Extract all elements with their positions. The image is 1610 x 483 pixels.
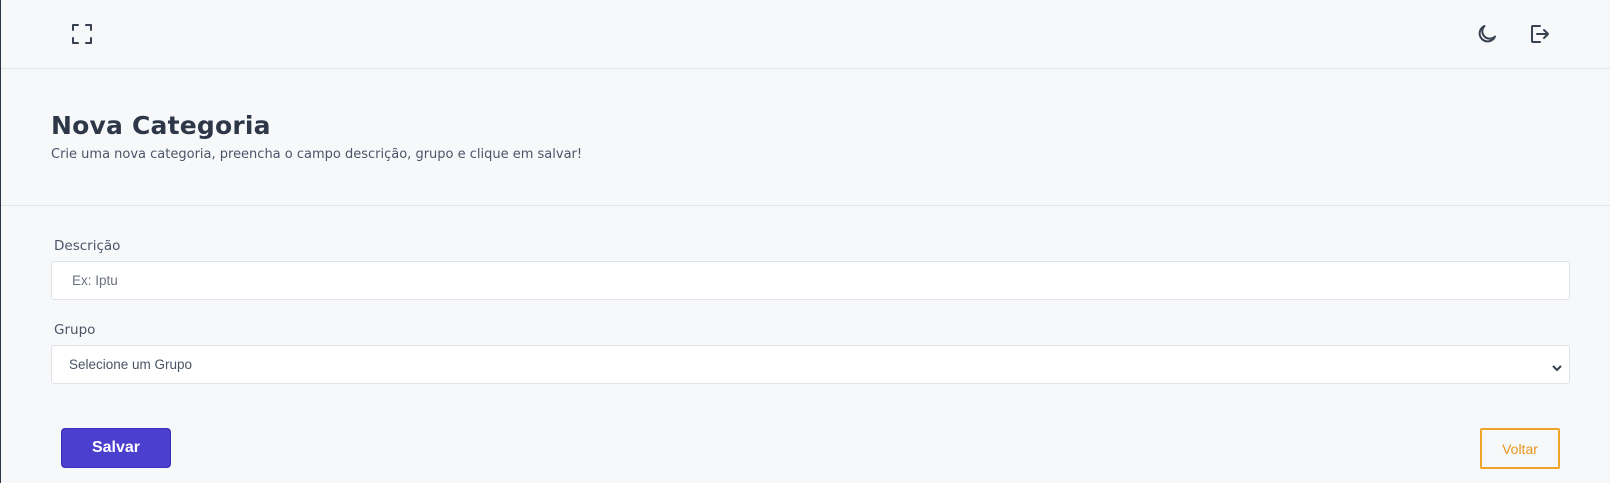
fullscreen-icon xyxy=(72,24,92,44)
top-bar xyxy=(1,0,1610,69)
page-subtitle: Crie uma nova categoria, preencha o camp… xyxy=(51,147,583,162)
description-label: Descrição xyxy=(54,238,121,254)
fullscreen-button[interactable] xyxy=(68,20,96,48)
page-title: Nova Categoria xyxy=(51,111,271,140)
back-button[interactable]: Voltar xyxy=(1480,428,1560,469)
theme-toggle-button[interactable] xyxy=(1473,20,1501,48)
save-button[interactable]: Salvar xyxy=(61,428,171,468)
page-header: Nova Categoria Crie uma nova categoria, … xyxy=(1,69,1610,206)
group-select-value: Selecione um Grupo xyxy=(69,357,193,372)
logout-button[interactable] xyxy=(1525,20,1553,48)
chevron-down-icon xyxy=(1551,359,1563,372)
description-input[interactable] xyxy=(51,261,1570,300)
logout-icon xyxy=(1531,25,1549,43)
group-label: Grupo xyxy=(54,322,96,338)
group-select[interactable]: Selecione um Grupo xyxy=(51,345,1570,384)
moon-icon xyxy=(1478,25,1496,43)
